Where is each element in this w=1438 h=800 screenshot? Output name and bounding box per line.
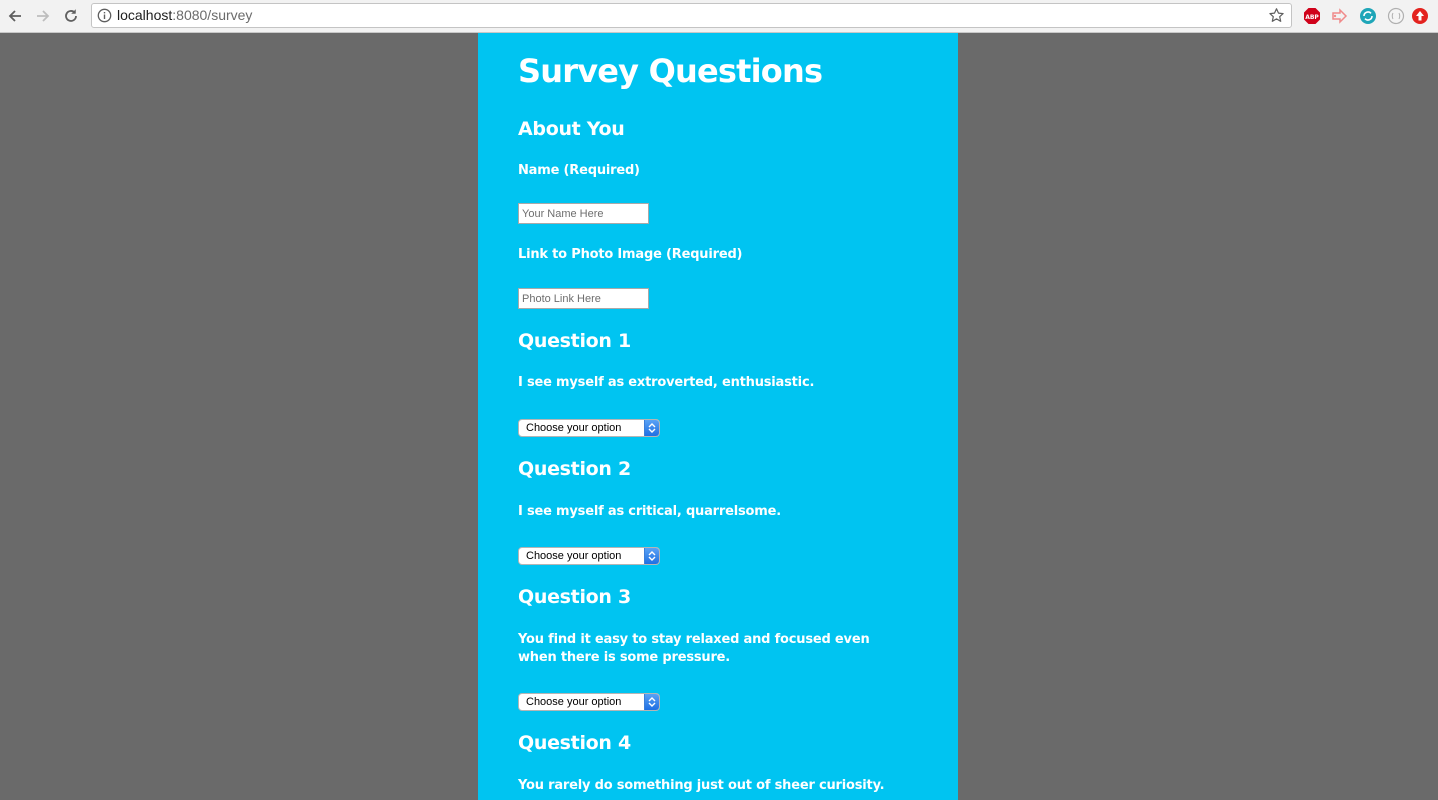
question-4-text: You rarely do something just out of shee… bbox=[518, 778, 885, 793]
question-1-select[interactable]: Choose your option bbox=[518, 419, 660, 437]
pink-arrow-extension-icon[interactable] bbox=[1331, 7, 1349, 25]
survey-panel: Survey Questions About You Name (Require… bbox=[478, 33, 958, 800]
question-2-selected-option: Choose your option bbox=[526, 550, 622, 562]
select-stepper-icon bbox=[644, 420, 659, 436]
about-you-heading: About You bbox=[518, 118, 625, 140]
forward-arrow-icon bbox=[35, 8, 51, 24]
red-upload-extension-icon[interactable] bbox=[1411, 7, 1429, 25]
url-path: :8080/survey bbox=[172, 7, 253, 23]
question-1-selected-option: Choose your option bbox=[526, 422, 622, 434]
url-text: localhost:8080/survey bbox=[117, 7, 252, 24]
teal-sync-extension-icon[interactable] bbox=[1359, 7, 1377, 25]
question-1-heading: Question 1 bbox=[518, 330, 631, 352]
question-3-selected-option: Choose your option bbox=[526, 696, 622, 708]
svg-text:ABP: ABP bbox=[1305, 14, 1319, 21]
url-host: localhost bbox=[117, 7, 173, 23]
page-title: Survey Questions bbox=[518, 52, 823, 90]
question-3-heading: Question 3 bbox=[518, 586, 631, 608]
photo-link-input[interactable] bbox=[518, 288, 649, 309]
back-arrow-icon bbox=[7, 8, 23, 24]
question-1-text: I see myself as extroverted, enthusiasti… bbox=[518, 375, 815, 390]
gray-circle-extension-icon[interactable] bbox=[1387, 7, 1405, 25]
reload-button[interactable] bbox=[60, 5, 82, 27]
bookmark-star-icon[interactable] bbox=[1268, 7, 1285, 24]
address-bar[interactable]: localhost:8080/survey bbox=[91, 3, 1292, 28]
page-viewport: Survey Questions About You Name (Require… bbox=[0, 33, 1438, 800]
forward-button[interactable] bbox=[32, 5, 54, 27]
name-label: Name (Required) bbox=[518, 163, 640, 178]
question-3-select[interactable]: Choose your option bbox=[518, 693, 660, 711]
back-button[interactable] bbox=[4, 5, 26, 27]
select-stepper-icon bbox=[644, 548, 659, 564]
question-4-heading: Question 4 bbox=[518, 732, 631, 754]
select-stepper-icon bbox=[644, 694, 659, 710]
question-3-text: You find it easy to stay relaxed and foc… bbox=[518, 632, 870, 665]
info-icon[interactable] bbox=[97, 8, 112, 23]
question-2-heading: Question 2 bbox=[518, 458, 631, 480]
browser-toolbar: localhost:8080/survey ABP bbox=[0, 0, 1438, 33]
question-2-select[interactable]: Choose your option bbox=[518, 547, 660, 565]
name-input[interactable] bbox=[518, 203, 649, 224]
question-2-text: I see myself as critical, quarrelsome. bbox=[518, 504, 781, 519]
photo-link-label: Link to Photo Image (Required) bbox=[518, 247, 743, 262]
reload-icon bbox=[63, 8, 79, 24]
adblock-plus-icon[interactable]: ABP bbox=[1303, 7, 1321, 25]
